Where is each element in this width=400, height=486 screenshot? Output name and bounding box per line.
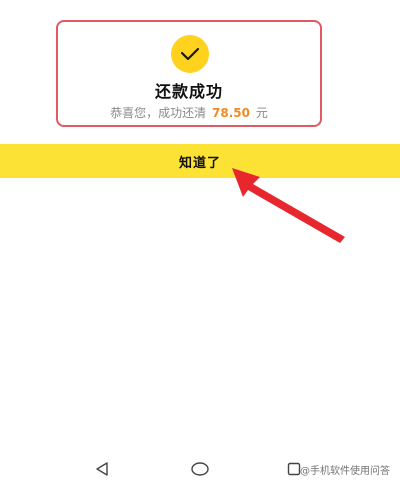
got-it-label: 知道了 bbox=[178, 155, 221, 171]
result-message: 恭喜您，成功还清 78.50 元 bbox=[58, 104, 320, 121]
success-badge bbox=[171, 35, 209, 73]
repaid-amount: 78.50 bbox=[212, 106, 250, 120]
recent-square-icon[interactable] bbox=[287, 462, 301, 476]
screen: 还款成功 恭喜您，成功还清 78.50 元 知道了 @手机软件使用问答 bbox=[0, 0, 400, 486]
repayment-result-card: 还款成功 恭喜您，成功还清 78.50 元 bbox=[56, 20, 322, 127]
watermark: @手机软件使用问答 bbox=[300, 466, 390, 477]
got-it-button[interactable]: 知道了 bbox=[0, 144, 400, 178]
message-prefix: 恭喜您，成功还清 bbox=[110, 106, 207, 120]
currency-unit: 元 bbox=[255, 106, 268, 120]
check-icon bbox=[180, 47, 200, 61]
result-title: 还款成功 bbox=[154, 82, 223, 101]
back-triangle-icon[interactable] bbox=[95, 462, 109, 476]
home-circle-icon[interactable] bbox=[191, 462, 209, 476]
